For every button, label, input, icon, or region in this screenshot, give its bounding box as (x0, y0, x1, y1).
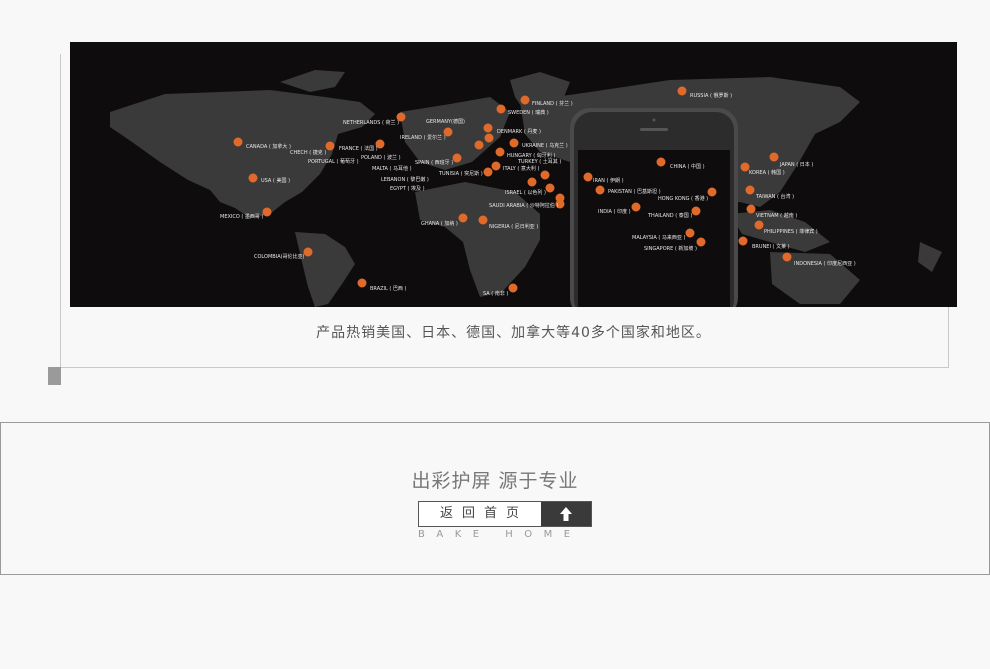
pin-denmark (484, 133, 494, 143)
pin-brunei (738, 236, 748, 246)
pin-mexico (262, 207, 272, 217)
map-label-russia: RUSSIA ( 俄罗斯 ) (690, 92, 732, 99)
map-label-vietnam: VIETNAM ( 越南 ) (756, 212, 797, 219)
map-label-taiwan: TAIWAN ( 台湾 ) (755, 193, 794, 200)
map-label-india: INDIA ( 印度 ) (598, 208, 631, 215)
pin-finland (520, 95, 530, 105)
map-label-ukraine: UKRAINE ( 乌克兰 ) (522, 142, 568, 149)
pin-canada (233, 137, 243, 147)
map-label-iran: IRAN ( 伊朗 ) (593, 177, 624, 184)
pin-korea (740, 162, 750, 172)
pin-china (656, 157, 666, 167)
map-label-colombia: COLOMBIA(哥伦比亚) (254, 253, 305, 260)
bake-home-caption: BAKE HOME (418, 529, 582, 540)
map-label-france: FRANCE ( 法国 ) (339, 145, 378, 152)
map-label-israel: ISRAEL ( 以色列 ) (505, 189, 546, 196)
map-label-germany: GERMANY(德国) (426, 118, 465, 125)
corner-decoration (48, 367, 61, 385)
map-label-nigeria: NIGERIA ( 尼日利亚 ) (489, 223, 538, 230)
pin-israel (545, 183, 555, 193)
world-map-banner: NETHERLANDS ( 荷兰 ) GERMANY(德国) FINLAND ( 芬… (70, 42, 957, 307)
pin-philippines (754, 220, 764, 230)
pin-ireland (483, 123, 493, 133)
pin-hungary (495, 147, 505, 157)
world-map: NETHERLANDS ( 荷兰 ) GERMANY(德国) FINLAND ( 芬… (110, 70, 942, 307)
pin-hongkong (707, 187, 717, 197)
map-label-turkey: TURKEY ( 土耳其 ) (517, 158, 561, 165)
map-label-lebanon: LEBANON ( 黎巴嫩 ) (381, 176, 429, 183)
map-label-usa: USA ( 美国 ) (261, 177, 290, 184)
map-label-hongkong: HONG KONG ( 香港 ) (658, 195, 708, 202)
map-label-spain: SPAIN ( 西班牙 ) (415, 159, 453, 166)
pin-thailand (691, 206, 701, 216)
pin-india (631, 202, 641, 212)
map-label-egypt: EGYPT ( 埃及 ) (390, 185, 425, 192)
map-label-italy: ITALY ( 意大利 ) (503, 165, 539, 172)
map-label-portugal: PORTUGAL ( 葡萄牙 ) (308, 158, 359, 165)
pin-singapore (696, 237, 706, 247)
back-home-label: 返回首页 (439, 506, 528, 521)
map-label-japan: JAPAN ( 日本 ) (779, 161, 813, 168)
map-label-pakistan: PAKISTAN ( 巴基斯坦 ) (608, 188, 661, 195)
footer-box (0, 422, 990, 575)
pin-tunisia (483, 167, 493, 177)
map-label-saudi: SAUDI ARABIA ( 沙特阿拉伯 ) (489, 202, 558, 209)
pin-lebanon (527, 177, 537, 187)
map-label-finland: FINLAND ( 芬兰 ) (532, 100, 573, 107)
map-label-philippines: PHILIPPINES ( 菲律宾 ) (764, 228, 818, 235)
pin-japan (769, 152, 779, 162)
slogan: 出彩护屏 源于专业 (411, 470, 579, 492)
pin-malaysia (685, 228, 695, 238)
map-label-canada: CANADA ( 加拿大 ) (246, 143, 291, 150)
map-label-tunisia: TUNISIA ( 突尼斯 ) (438, 170, 483, 177)
pin-iran (583, 172, 593, 182)
map-label-denmark: DENMARK ( 丹麦 ) (497, 128, 541, 135)
map-label-thailand: THAILAND ( 泰国 ) (647, 212, 692, 219)
map-label-brunei: BRUNEI ( 文莱 ) (752, 243, 790, 250)
pin-brazil (357, 278, 367, 288)
pin-taiwan (745, 185, 755, 195)
up-arrow-icon[interactable] (541, 502, 591, 526)
map-label-ireland: IRELAND ( 爱尔兰 ) (400, 134, 446, 141)
map-label-hungary: HUNGARY ( 匈牙利 ) (507, 152, 555, 159)
pin-turkey (540, 170, 550, 180)
map-label-sweden: SWEDEN ( 瑞典 ) (508, 109, 549, 116)
back-home-button[interactable]: 返回首页 (418, 501, 592, 527)
map-label-poland: POLAND ( 波兰 ) (361, 154, 401, 161)
map-label-czech: CHECH ( 捷克 ) (290, 149, 326, 156)
map-label-china: CHINA ( 中国 ) (670, 163, 705, 170)
caption: 产品热销美国、日本、德国、加拿大等40多个国家和地区。 (316, 325, 711, 341)
map-label-indonesia: INDONESIA ( 印度尼西亚 ) (794, 260, 856, 267)
pin-ukraine (509, 138, 519, 148)
map-label-brazil: BRAZIL ( 巴西 ) (370, 286, 407, 292)
pin-vietnam (746, 204, 756, 214)
map-label-sa: SA ( 南非 ) (483, 290, 508, 297)
pin-ghana (458, 213, 468, 223)
pin-sweden (496, 104, 506, 114)
map-label-ghana: GHANA ( 加纳 ) (421, 220, 458, 227)
pin-sa (508, 283, 518, 293)
pin-italy (491, 161, 501, 171)
pin-russia (677, 86, 687, 96)
pin-pakistan (595, 185, 605, 195)
map-label-netherlands: NETHERLANDS ( 荷兰 ) (343, 119, 399, 126)
map-label-singapore: SINGAPORE ( 新加坡 ) (644, 245, 697, 252)
map-label-korea: KOREA ( 韩国 ) (749, 169, 785, 176)
map-label-mexico: MEXICO ( 墨西哥 ) (220, 214, 264, 220)
map-label-malaysia: MALAYSIA ( 马来西亚 ) (632, 234, 686, 241)
pin-indonesia (782, 252, 792, 262)
pin-poland (474, 140, 484, 150)
pin-usa (248, 173, 258, 183)
pin-nigeria (478, 215, 488, 225)
pin-spain (452, 153, 462, 163)
pin-colombia (303, 247, 313, 257)
map-label-malta: MALTA ( 马耳他 ) (372, 165, 412, 172)
pin-france (325, 141, 335, 151)
